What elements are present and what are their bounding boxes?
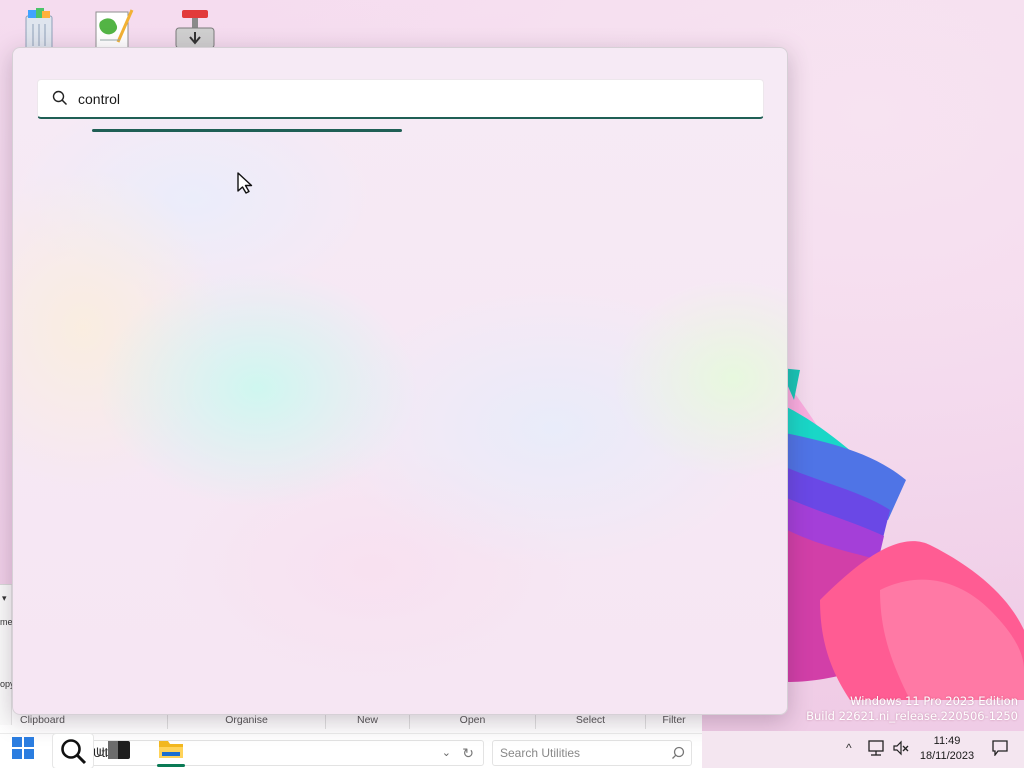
terminal-icon[interactable] bbox=[108, 741, 130, 759]
file-explorer-icon[interactable] bbox=[158, 738, 184, 760]
watermark-edition: Windows 11 Pro 2023 Edition bbox=[850, 694, 1018, 708]
windows-edition-watermark: Windows 11 Pro 2023 Edition Build 22621.… bbox=[806, 694, 1018, 724]
ribbon-edge: ▾ me opy bbox=[0, 585, 15, 725]
search-icon bbox=[672, 746, 685, 759]
mouse-pointer-icon bbox=[237, 172, 253, 194]
network-icon[interactable] bbox=[867, 739, 885, 757]
volume-muted-icon[interactable] bbox=[893, 740, 909, 756]
search-progress-bar bbox=[92, 129, 402, 132]
search-progress-track bbox=[92, 129, 402, 132]
system-clock[interactable]: 11:49 18/11/2023 bbox=[914, 734, 980, 764]
search-icon bbox=[52, 90, 68, 106]
search-query-input[interactable] bbox=[78, 86, 738, 112]
watermark-build: Build 22621.ni_release.220506-1250 bbox=[806, 709, 1018, 723]
installer-icon[interactable] bbox=[172, 6, 218, 52]
search-box[interactable] bbox=[37, 79, 764, 119]
refresh-icon[interactable]: ↻ bbox=[462, 741, 474, 765]
notepad-icon[interactable] bbox=[92, 6, 138, 52]
start-button-icon[interactable] bbox=[12, 737, 34, 759]
address-history-chevron-icon[interactable]: ⌄ bbox=[442, 741, 451, 765]
search-icon bbox=[61, 739, 87, 765]
search-flyout bbox=[12, 47, 788, 715]
ribbon-edge-dropdown[interactable]: ▾ bbox=[2, 593, 7, 604]
clock-date: 18/11/2023 bbox=[919, 750, 975, 762]
search-utilities-box[interactable] bbox=[492, 740, 692, 766]
recycle-bin-icon[interactable] bbox=[16, 6, 62, 52]
clock-time: 11:49 bbox=[933, 735, 961, 747]
notification-center-icon[interactable] bbox=[992, 740, 1008, 756]
wallpaper-bloom bbox=[760, 360, 1024, 700]
taskbar-search-button[interactable] bbox=[52, 733, 94, 768]
ribbon-edge-label: me bbox=[0, 617, 13, 627]
show-hidden-icons-chevron-icon[interactable]: ^ bbox=[846, 741, 852, 755]
active-app-indicator bbox=[157, 764, 185, 767]
search-utilities-input[interactable] bbox=[493, 741, 663, 765]
